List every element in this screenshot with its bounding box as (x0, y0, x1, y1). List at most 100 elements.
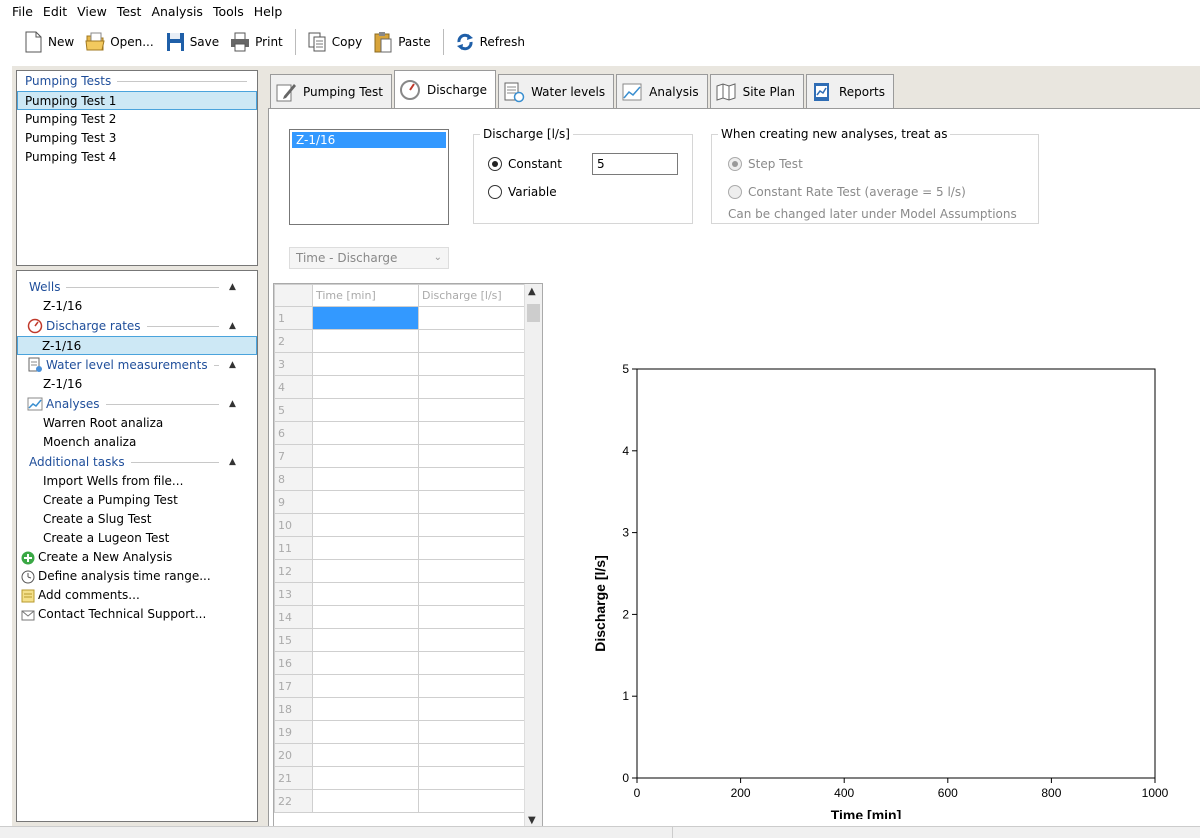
row-number[interactable]: 2 (274, 329, 313, 353)
task-define-time-range[interactable]: Define analysis time range... (17, 567, 257, 586)
time-cell[interactable] (312, 789, 419, 813)
well-list-item[interactable]: Z-1/16 (292, 132, 446, 148)
discharge-cell[interactable] (418, 375, 529, 399)
tab-discharge[interactable]: Discharge (393, 70, 497, 108)
time-cell[interactable] (312, 559, 419, 583)
discharge-cell[interactable] (418, 490, 529, 514)
menu-analysis[interactable]: Analysis (151, 4, 203, 19)
variable-radio[interactable]: Variable (488, 185, 557, 199)
chevron-up-icon[interactable]: ▲ (229, 399, 243, 409)
analysis-item[interactable]: Warren Root analiza (17, 414, 257, 433)
discharge-rate-item[interactable]: Z-1/16 (17, 336, 257, 355)
task-create-pumping-test[interactable]: Create a Pumping Test (17, 491, 257, 510)
tab-reports[interactable]: Reports (805, 74, 895, 108)
additional-tasks-header[interactable]: Additional tasks ▲ (17, 452, 257, 472)
discharge-cell[interactable] (418, 444, 529, 468)
save-button[interactable]: Save (160, 27, 223, 57)
pumping-test-item[interactable]: Pumping Test 4 (17, 148, 257, 167)
tab-analysis[interactable]: Analysis (616, 74, 708, 108)
time-cell[interactable] (312, 651, 419, 675)
row-number[interactable]: 15 (274, 628, 313, 652)
row-number[interactable]: 13 (274, 582, 313, 606)
row-number[interactable]: 22 (274, 789, 313, 813)
time-cell[interactable] (312, 605, 419, 629)
constant-rate-radio[interactable]: Constant Rate Test (average = 5 l/s) (728, 185, 966, 199)
constant-radio[interactable]: Constant (488, 157, 562, 171)
row-number[interactable]: 3 (274, 352, 313, 376)
discharge-cell[interactable] (418, 651, 529, 675)
chevron-up-icon[interactable]: ▲ (229, 360, 243, 370)
open-button[interactable]: Open... (80, 27, 158, 57)
row-number[interactable]: 21 (274, 766, 313, 790)
row-number[interactable]: 11 (274, 536, 313, 560)
print-button[interactable]: Print (225, 27, 287, 57)
discharge-data-grid[interactable]: Time [min] Discharge [l/s] 1 2 3 4 5 6 7 8 9 10 11… (273, 283, 543, 827)
analysis-item[interactable]: Moench analiza (17, 433, 257, 452)
step-test-radio[interactable]: Step Test (728, 157, 803, 171)
discharge-cell[interactable] (418, 605, 529, 629)
row-number[interactable]: 9 (274, 490, 313, 514)
chevron-up-icon[interactable]: ▲ (229, 457, 243, 467)
row-number[interactable]: 8 (274, 467, 313, 491)
refresh-button[interactable]: Refresh (450, 27, 529, 57)
time-cell[interactable] (312, 697, 419, 721)
menu-tools[interactable]: Tools (213, 4, 244, 19)
time-cell[interactable] (312, 306, 419, 330)
data-type-select[interactable]: Time - Discharge ⌄ (289, 247, 449, 269)
water-level-item[interactable]: Z-1/16 (17, 375, 257, 394)
time-cell[interactable] (312, 398, 419, 422)
time-cell[interactable] (312, 582, 419, 606)
scroll-thumb[interactable] (527, 304, 540, 322)
discharge-cell[interactable] (418, 467, 529, 491)
task-create-lugeon-test[interactable]: Create a Lugeon Test (17, 529, 257, 548)
row-number[interactable]: 7 (274, 444, 313, 468)
well-item[interactable]: Z-1/16 (17, 297, 257, 316)
time-cell[interactable] (312, 421, 419, 445)
time-cell[interactable] (312, 766, 419, 790)
analyses-header[interactable]: Analyses ▲ (17, 394, 257, 414)
menu-file[interactable]: File (12, 4, 33, 19)
discharge-cell[interactable] (418, 352, 529, 376)
time-column-header[interactable]: Time [min] (312, 284, 419, 307)
row-number[interactable]: 18 (274, 697, 313, 721)
time-cell[interactable] (312, 375, 419, 399)
pumping-test-item[interactable]: Pumping Test 2 (17, 110, 257, 129)
discharge-cell[interactable] (418, 582, 529, 606)
time-cell[interactable] (312, 490, 419, 514)
time-cell[interactable] (312, 329, 419, 353)
menu-help[interactable]: Help (254, 4, 283, 19)
pumping-test-item[interactable]: Pumping Test 3 (17, 129, 257, 148)
discharge-cell[interactable] (418, 674, 529, 698)
task-create-slug-test[interactable]: Create a Slug Test (17, 510, 257, 529)
time-cell[interactable] (312, 444, 419, 468)
time-cell[interactable] (312, 720, 419, 744)
paste-button[interactable]: Paste (368, 27, 434, 57)
time-cell[interactable] (312, 743, 419, 767)
discharge-value-input[interactable] (592, 153, 678, 175)
time-cell[interactable] (312, 467, 419, 491)
row-number[interactable]: 10 (274, 513, 313, 537)
menu-view[interactable]: View (77, 4, 107, 19)
radio-dot[interactable] (488, 185, 502, 199)
task-add-comments[interactable]: Add comments... (17, 586, 257, 605)
chevron-up-icon[interactable]: ▲ (229, 321, 243, 331)
radio-dot[interactable] (488, 157, 502, 171)
chevron-up-icon[interactable]: ▲ (229, 282, 243, 292)
time-cell[interactable] (312, 352, 419, 376)
row-number[interactable]: 4 (274, 375, 313, 399)
discharge-cell[interactable] (418, 697, 529, 721)
radio-dot[interactable] (728, 157, 742, 171)
row-number[interactable]: 6 (274, 421, 313, 445)
discharge-cell[interactable] (418, 306, 529, 330)
time-cell[interactable] (312, 674, 419, 698)
radio-dot[interactable] (728, 185, 742, 199)
new-button[interactable]: New (18, 27, 78, 57)
row-number[interactable]: 12 (274, 559, 313, 583)
menu-test[interactable]: Test (117, 4, 142, 19)
discharge-cell[interactable] (418, 536, 529, 560)
task-import-wells[interactable]: Import Wells from file... (17, 472, 257, 491)
discharge-cell[interactable] (418, 559, 529, 583)
row-number[interactable]: 17 (274, 674, 313, 698)
water-levels-header[interactable]: Water level measurements ▲ (17, 355, 257, 375)
discharge-cell[interactable] (418, 513, 529, 537)
